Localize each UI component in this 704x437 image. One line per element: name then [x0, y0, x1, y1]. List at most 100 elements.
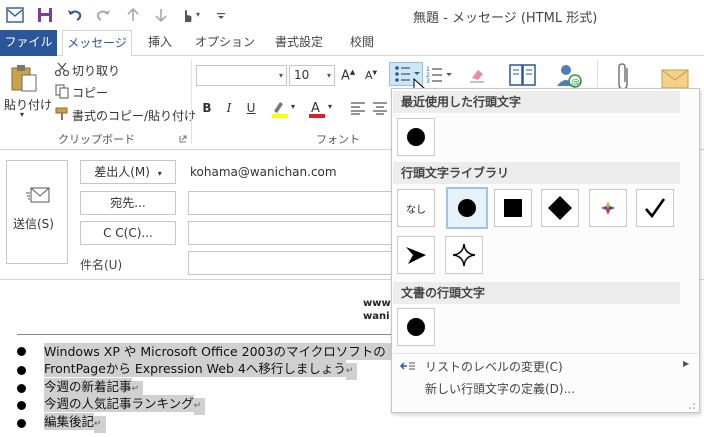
outlook-app-icon — [6, 6, 24, 24]
bullet-library-heading: 行頭文字ライブラリ — [393, 162, 680, 184]
cc-button[interactable]: C C(C)... — [80, 221, 176, 245]
cut-label[interactable]: 切り取り — [72, 62, 120, 79]
bullet-four-diamond-tile[interactable] — [589, 189, 627, 227]
body-partial-text: www — [363, 298, 391, 309]
from-address: kohama@wanichan.com — [190, 165, 337, 179]
font-size-dropdown-icon[interactable]: ▾ — [327, 66, 331, 85]
grow-font-icon[interactable]: A▲ — [341, 68, 355, 83]
change-list-level-menu-item[interactable]: リストのレベルの変更(C) ▶ — [392, 355, 699, 377]
copy-icon[interactable] — [54, 83, 70, 99]
clipboard-dialog-launcher-icon[interactable] — [179, 135, 187, 143]
svg-text:A: A — [311, 101, 320, 116]
define-new-bullet-label: 新しい行頭文字の定義(D)... — [425, 382, 576, 396]
list-item-row[interactable]: 今週の新着記事↵ — [44, 378, 144, 398]
tab-options[interactable]: オプション — [192, 30, 258, 56]
bullet-filled-circle-tile[interactable] — [446, 187, 488, 229]
bullet-filled-square-tile[interactable] — [494, 189, 532, 227]
list-item: 今週の人気記事ランキング — [44, 395, 194, 412]
bullet-marker — [17, 419, 26, 428]
list-item: FrontPageから Expression Web 4へ移行しましょう — [44, 360, 346, 377]
numbering-icon[interactable]: 123 — [425, 64, 455, 86]
undo-icon[interactable] — [66, 6, 84, 24]
submenu-arrow-icon: ▶ — [683, 359, 690, 368]
to-field[interactable] — [188, 191, 398, 215]
shrink-font-icon[interactable]: A▼ — [365, 69, 377, 82]
list-item[interactable]: Windows XP や Microsoft Office 2003のマイクロソ… — [44, 343, 391, 360]
tab-file[interactable]: ファイル — [0, 30, 57, 56]
document-bullet-filled-circle[interactable] — [397, 308, 435, 346]
paragraph-mark-icon: ↵ — [345, 363, 358, 380]
subject-label: 件名(U) — [80, 258, 123, 272]
recent-bullets-heading: 最近使用した行頭文字 — [393, 91, 680, 113]
align-center-icon[interactable] — [372, 101, 388, 115]
list-item-row[interactable]: 編集後記↵ — [44, 413, 106, 433]
bullet-none-tile[interactable]: なし — [397, 189, 435, 227]
bullet-marker — [17, 401, 26, 410]
menu-separator — [393, 353, 698, 354]
align-left-icon[interactable] — [350, 101, 366, 115]
paste-label[interactable]: 貼り付け — [4, 96, 52, 113]
list-item-row[interactable]: 今週の人気記事ランキング↵ — [44, 395, 206, 415]
up-arrow-icon[interactable] — [124, 6, 142, 24]
document-bullets-heading: 文書の行頭文字 — [393, 282, 680, 304]
bullet-star-tile[interactable] — [445, 236, 483, 274]
font-name-combo[interactable]: ▾ — [196, 65, 287, 86]
bullet-checkmark-tile[interactable] — [636, 189, 674, 227]
cut-icon[interactable] — [54, 61, 70, 77]
format-painter-icon[interactable] — [54, 106, 70, 122]
font-color-dropdown-icon[interactable]: ▾ — [328, 102, 332, 111]
from-button[interactable]: 差出人(M) ▾ — [80, 160, 176, 184]
from-dropdown-icon: ▾ — [157, 169, 162, 178]
recent-bullet-filled-circle[interactable] — [397, 118, 435, 156]
touch-mode-icon[interactable] — [178, 6, 196, 24]
send-button[interactable]: 送信(S) — [6, 160, 68, 264]
send-icon — [25, 185, 51, 207]
paragraph-mark-icon: ↵ — [193, 398, 206, 415]
tab-format-text[interactable]: 書式設定 — [266, 30, 332, 56]
bullet-library-dropdown: 最近使用した行頭文字 行頭文字ライブラリ なし 文書の行頭文字 リストのレベルの… — [391, 88, 700, 413]
to-button[interactable]: 宛先... — [80, 191, 176, 215]
format-painter-label[interactable]: 書式のコピー/貼り付け — [72, 107, 196, 124]
svg-text:@: @ — [571, 78, 580, 88]
resize-grip-icon[interactable] — [688, 402, 696, 410]
bullet-diamond-tile[interactable] — [541, 189, 579, 227]
attach-item-icon[interactable] — [660, 62, 690, 90]
ribbon-tab-bar: ファイル メッセージ 挿入 オプション 書式設定 校閲 — [0, 30, 704, 57]
body-partial-text: wani — [363, 311, 390, 322]
highlight-dropdown-icon[interactable]: ▾ — [291, 102, 295, 111]
address-book-icon[interactable] — [508, 62, 538, 90]
italic-button[interactable]: I — [221, 100, 237, 116]
tab-insert[interactable]: 挿入 — [140, 30, 180, 56]
check-names-icon[interactable]: @ — [554, 62, 584, 90]
copy-label[interactable]: コピー — [72, 84, 108, 101]
redo-icon[interactable] — [94, 6, 112, 24]
cc-field[interactable] — [188, 221, 398, 245]
subject-field[interactable] — [188, 251, 398, 275]
bullet-marker — [17, 366, 26, 375]
send-label: 送信(S) — [13, 217, 54, 231]
ribbon-separator — [191, 60, 192, 144]
clipboard-group-label: クリップボード — [58, 133, 135, 146]
font-color-icon[interactable]: A — [307, 99, 327, 119]
customize-toolbar-icon[interactable] — [212, 6, 230, 24]
tab-review[interactable]: 校閲 — [340, 30, 384, 56]
highlight-color-icon[interactable] — [270, 99, 290, 119]
font-name-dropdown-icon[interactable]: ▾ — [279, 66, 283, 85]
down-arrow-icon[interactable] — [152, 6, 170, 24]
underline-button[interactable]: U — [243, 100, 259, 116]
paste-dropdown-icon[interactable]: ▾ — [20, 110, 24, 119]
list-item: 今週の新着記事 — [44, 378, 132, 395]
save-icon[interactable] — [36, 6, 54, 24]
paste-icon[interactable] — [8, 62, 40, 94]
define-new-bullet-menu-item[interactable]: 新しい行頭文字の定義(D)... — [392, 377, 699, 399]
font-size-value: 10 — [294, 68, 310, 82]
title-bar: ▾ 無題 - メッセージ (HTML 形式) — [0, 0, 704, 30]
bullet-marker — [17, 384, 26, 393]
list-item-row[interactable]: FrontPageから Expression Web 4へ移行しましょう↵ — [44, 360, 358, 380]
tab-message[interactable]: メッセージ — [62, 30, 132, 57]
clear-formatting-icon[interactable] — [468, 66, 486, 84]
font-size-combo[interactable]: 10 ▾ — [289, 65, 335, 86]
bold-button[interactable]: B — [199, 100, 215, 116]
window-title: 無題 - メッセージ (HTML 形式) — [413, 11, 598, 26]
bullet-arrowhead-tile[interactable] — [397, 236, 435, 274]
